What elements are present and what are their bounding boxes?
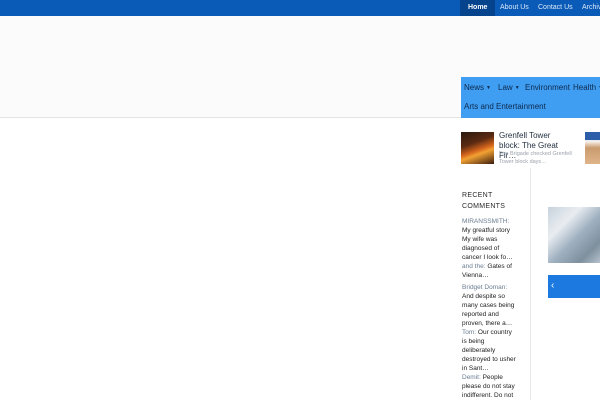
next-post-thumbnail[interactable] (585, 132, 600, 164)
nav-item-environment-label: Environment (525, 83, 570, 92)
comment-author[interactable]: and the: (462, 263, 486, 270)
nav-item-arts-and-entertainment[interactable]: Arts and Entertainment (464, 102, 546, 112)
nav-item-health[interactable]: Health▼ (573, 83, 600, 93)
comment-text[interactable]: And despite so many cases being reported… (462, 293, 514, 327)
nav-item-law-label: Law (498, 83, 513, 93)
topnav-about-us[interactable]: About Us (500, 0, 529, 16)
chevron-left-icon[interactable]: ‹ (551, 279, 554, 293)
comment-item: Bridget Doman: And despite so many cases… (462, 283, 518, 328)
topnav-archive[interactable]: Archiv (582, 0, 600, 16)
comment-author[interactable]: Demit: (462, 374, 481, 381)
recent-comments-heading: RECENT COMMENTS (462, 192, 506, 210)
nav-item-environment[interactable]: Environment (525, 83, 570, 93)
comment-text[interactable]: My greatful story My wife was diagnosed … (462, 227, 513, 261)
slider-image[interactable] (548, 207, 600, 263)
nav-item-health-label: Health (573, 83, 597, 93)
topnav-contact-us[interactable]: Contact Us (538, 0, 573, 16)
comment-item: MIRANSSMITH: My greatful story My wife w… (462, 217, 518, 262)
nav-item-law[interactable]: Law ▼ (498, 83, 520, 93)
featured-post-excerpt: Fire Brigade checked Grenfell Tower bloc… (499, 151, 572, 165)
main-nav: News▼ Law▼ Environment Health▼ Arts and … (461, 77, 600, 118)
comment-item: and the: Gates of Vienna… (462, 262, 518, 280)
comment-author[interactable]: Bridget Doman: (462, 284, 507, 291)
featured-post-thumbnail[interactable] (461, 132, 494, 164)
comment-item: Tom: Our country is being deliberately d… (462, 328, 518, 373)
caret-down-icon: ▼ (514, 85, 520, 91)
comment-item: Demit: People please do not stay indiffe… (462, 373, 518, 400)
slider-controls (548, 275, 600, 298)
nav-item-news-label: News (464, 83, 485, 93)
nav-item-news[interactable]: News ▼ (464, 83, 491, 93)
comment-author[interactable]: MIRANSSMITH: (462, 218, 509, 225)
nav-item-arts-label: Arts and Entertainment (464, 102, 546, 111)
column-divider (530, 168, 531, 400)
caret-down-icon: ▼ (486, 85, 491, 91)
topnav-home[interactable]: Home (460, 0, 495, 16)
comment-author[interactable]: Tom: (462, 329, 476, 336)
